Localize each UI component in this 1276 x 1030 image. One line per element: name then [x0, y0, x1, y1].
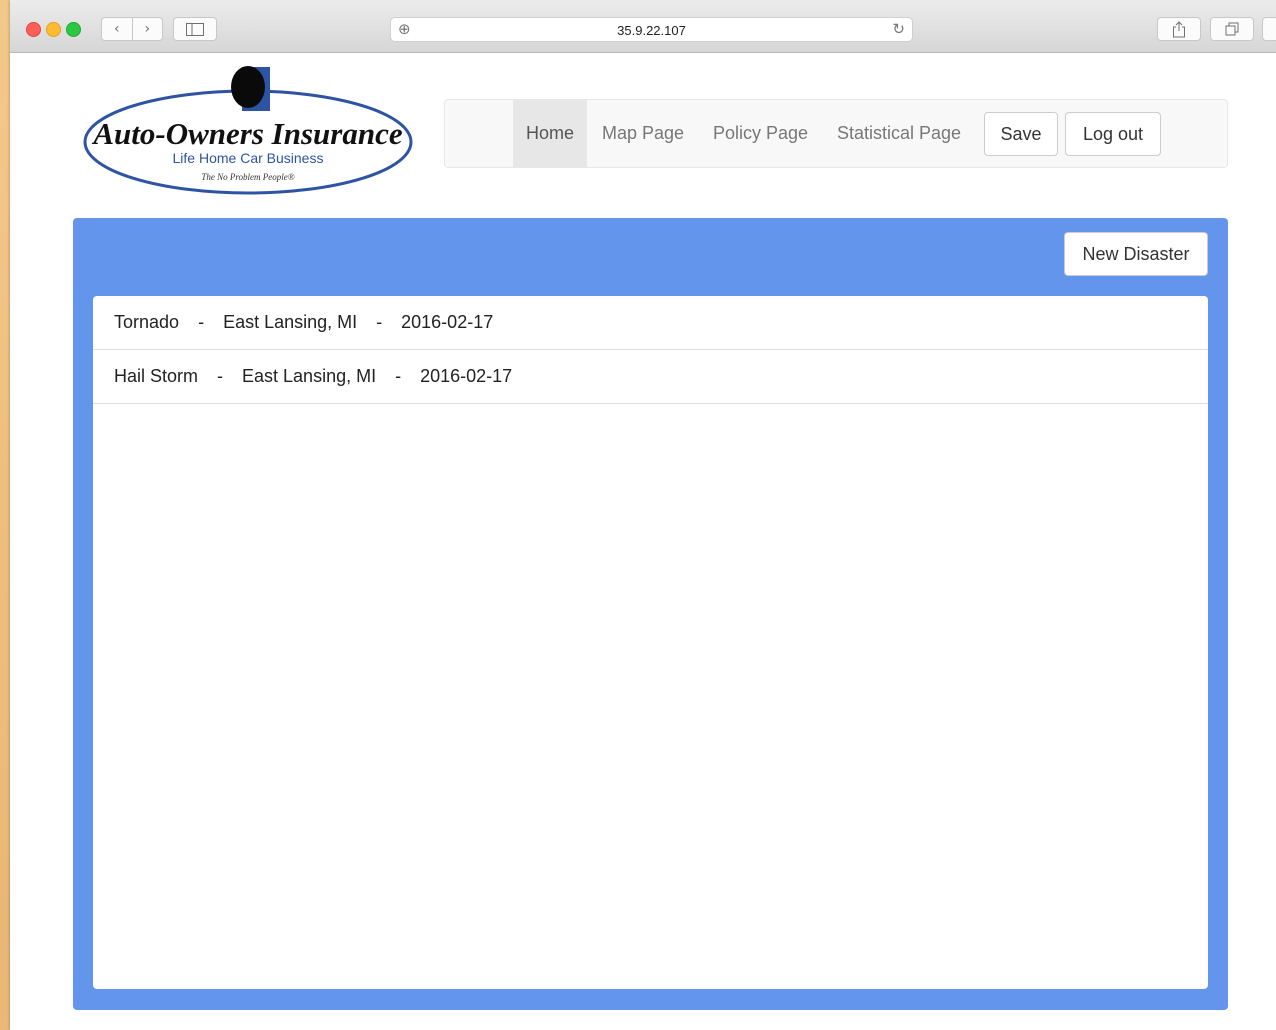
- nav-home[interactable]: Home: [513, 100, 588, 167]
- logo-tagline-text: The No Problem People®: [201, 172, 294, 182]
- separator: -: [198, 312, 205, 332]
- new-tab-button[interactable]: [1262, 17, 1276, 41]
- logo-lines-text: Life Home Car Business: [173, 150, 324, 166]
- disaster-type: Hail Storm: [114, 366, 199, 386]
- list-item[interactable]: Tornado - East Lansing, MI - 2016-02-17: [93, 296, 1208, 350]
- list-item[interactable]: Hail Storm - East Lansing, MI - 2016-02-…: [93, 350, 1208, 404]
- nav-statistical-page[interactable]: Statistical Page: [824, 100, 974, 167]
- disaster-type: Tornado: [114, 312, 180, 332]
- address-bar[interactable]: ⊕ 35.9.22.107 ↻: [390, 17, 913, 42]
- disaster-list: Tornado - East Lansing, MI - 2016-02-17 …: [93, 296, 1208, 989]
- logo-brand-text: Auto-Owners Insurance: [91, 116, 402, 151]
- sidebar-toggle-button[interactable]: [173, 17, 217, 41]
- browser-toolbar: ‹ › ⊕ 35.9.22.107 ↻: [10, 0, 1276, 53]
- disaster-location: East Lansing, MI: [242, 366, 377, 386]
- disaster-location: East Lansing, MI: [223, 312, 358, 332]
- browser-window: ‹ › ⊕ 35.9.22.107 ↻ Auto-Owners Insuranc…: [10, 0, 1276, 1030]
- minimize-window-button[interactable]: [46, 22, 61, 37]
- save-button[interactable]: Save: [984, 112, 1058, 156]
- disasters-panel: New Disaster Tornado - East Lansing, MI …: [73, 218, 1228, 1010]
- zoom-window-button[interactable]: [66, 22, 81, 37]
- nav-policy-page[interactable]: Policy Page: [700, 100, 821, 167]
- show-tabs-button[interactable]: [1210, 17, 1254, 41]
- page-content: Auto-Owners Insurance Life Home Car Busi…: [10, 53, 1276, 1030]
- share-icon: [1173, 20, 1185, 37]
- back-icon[interactable]: ‹: [102, 18, 133, 40]
- separator: -: [376, 312, 383, 332]
- tabs-icon: [1225, 22, 1238, 36]
- logout-button[interactable]: Log out: [1065, 112, 1161, 156]
- history-navigation: ‹ ›: [101, 17, 163, 41]
- disaster-date: 2016-02-17: [420, 366, 513, 386]
- new-disaster-button[interactable]: New Disaster: [1064, 232, 1208, 276]
- sidebar-icon: [186, 22, 204, 36]
- separator: -: [395, 366, 402, 386]
- forward-icon[interactable]: ›: [133, 18, 163, 40]
- share-button[interactable]: [1157, 17, 1201, 41]
- nav-map-page[interactable]: Map Page: [589, 100, 697, 167]
- close-window-button[interactable]: [26, 22, 41, 37]
- main-navbar: Home Map Page Policy Page Statistical Pa…: [444, 99, 1228, 168]
- auto-owners-logo[interactable]: Auto-Owners Insurance Life Home Car Busi…: [82, 63, 414, 197]
- reload-icon[interactable]: ↻: [892, 20, 905, 38]
- separator: -: [217, 366, 224, 386]
- disaster-date: 2016-02-17: [401, 312, 494, 332]
- url-text: 35.9.22.107: [617, 23, 686, 38]
